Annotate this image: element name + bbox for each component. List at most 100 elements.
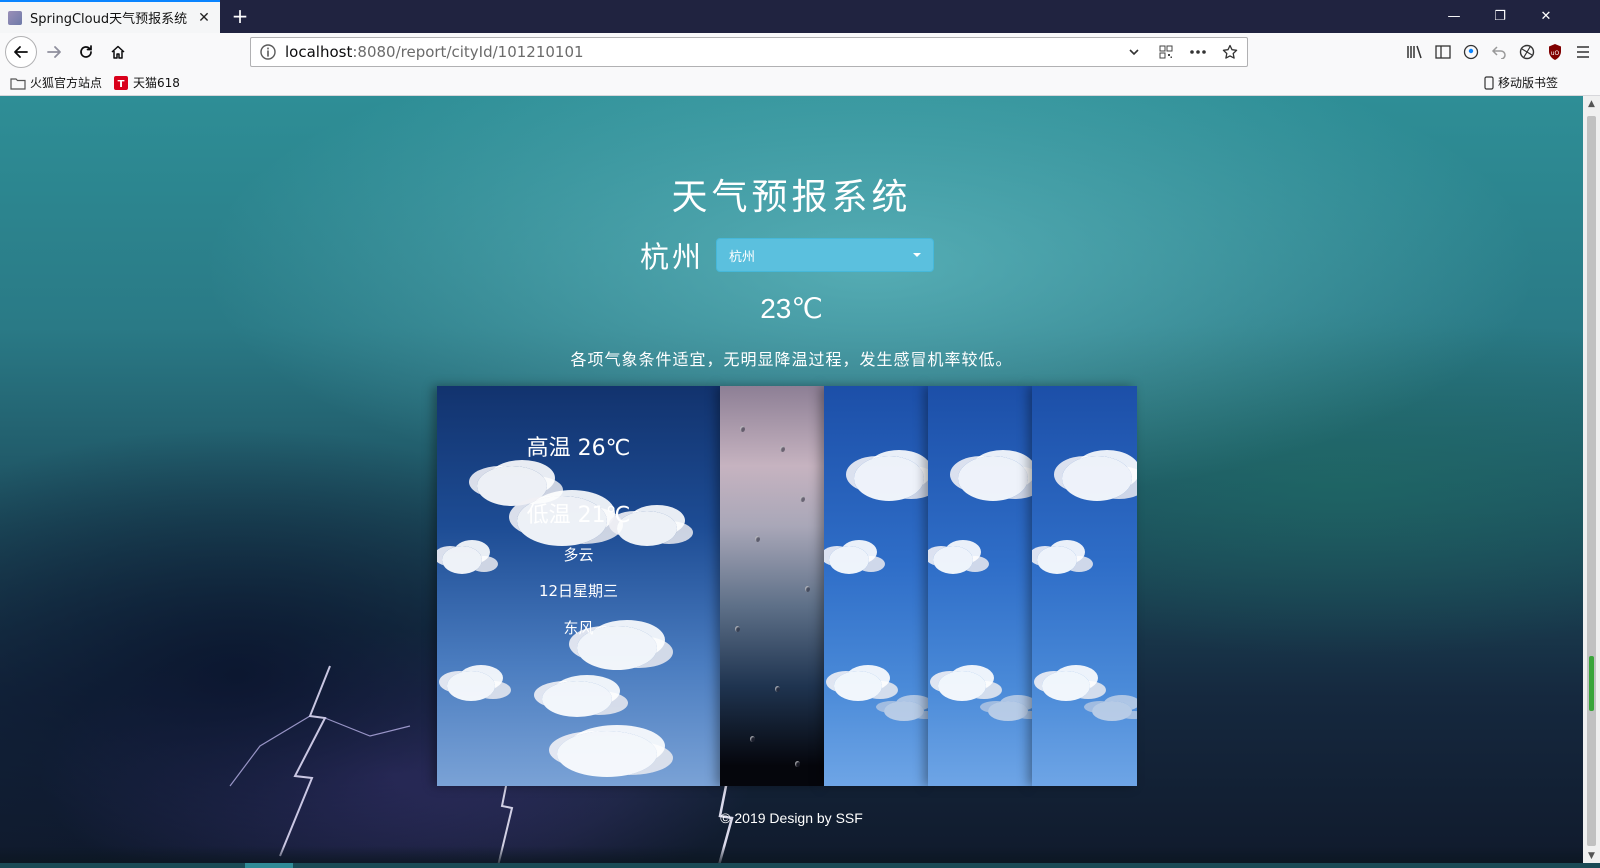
scroll-down-icon[interactable]: ▼ — [1583, 848, 1600, 864]
forecast-panel-sky-3[interactable] — [1032, 386, 1137, 786]
cloud-image — [834, 671, 882, 701]
page-favicon-icon — [8, 10, 22, 25]
cloud-image — [1062, 456, 1132, 501]
cloud-image — [1092, 701, 1132, 721]
tab-title: SpringCloud天气预报系统 — [30, 12, 188, 27]
hamburger-menu-icon[interactable] — [1574, 43, 1592, 61]
undo-arrow-icon[interactable] — [1490, 43, 1508, 61]
raindrop-image — [755, 536, 760, 542]
raindrop-image — [740, 426, 745, 432]
chevron-down-icon[interactable] — [1125, 43, 1143, 61]
scroll-marker — [1589, 656, 1594, 711]
cloud-image — [933, 546, 973, 574]
forecast-wind: 东风 — [563, 619, 594, 637]
svg-text:T: T — [118, 79, 125, 90]
extension-globe-icon[interactable] — [1518, 43, 1536, 61]
cloud-image — [854, 456, 924, 501]
minimize-button[interactable]: — — [1431, 0, 1477, 33]
ublock-shield-icon[interactable]: uO — [1546, 43, 1564, 61]
cloud-image — [988, 701, 1028, 721]
svg-text:uO: uO — [1551, 50, 1560, 57]
city-row: 杭州 杭州 — [640, 234, 935, 276]
reload-icon — [80, 45, 92, 58]
mobile-bookmarks-label: 移动版书签 — [1498, 76, 1559, 90]
weather-advice: 各项气象条件适宜，无明显降温过程，发生感冒机率较低。 — [570, 350, 1013, 369]
url-host: localhost — [285, 43, 353, 61]
tab-close-icon[interactable]: ✕ — [196, 10, 212, 26]
raindrop-image — [780, 446, 785, 452]
tab-bar: SpringCloud天气预报系统 ✕ + — ❐ ✕ — [0, 0, 1600, 33]
toolbar-icons: uO — [1406, 38, 1600, 66]
city-select-dropdown[interactable]: 杭州 — [716, 238, 935, 272]
library-icon[interactable] — [1406, 43, 1424, 61]
raindrop-image — [735, 626, 740, 632]
page-scrollbar[interactable]: ▲ ▼ — [1583, 96, 1600, 868]
folder-icon — [10, 77, 26, 90]
site-info-icon[interactable] — [259, 43, 277, 61]
raindrop-image — [750, 736, 755, 742]
footer-text: © 2019 Design by SSF — [720, 810, 863, 826]
page-viewport: 天气预报系统 杭州 杭州 23℃ 各项气象条件适宜，无明显降温过程，发生感冒机率… — [0, 96, 1583, 868]
bookmarks-toolbar: 火狐官方站点 T 天猫618 移动版书签 — [0, 71, 1600, 96]
new-tab-button[interactable]: + — [228, 4, 252, 28]
lightning-icon — [229, 665, 411, 857]
forecast-low-temp: 低温 21℃ — [526, 503, 631, 528]
tmall-icon: T — [114, 75, 128, 90]
url-text[interactable]: localhost:8080/report/cityId/101210101 — [285, 43, 1125, 61]
qr-code-icon[interactable] — [1157, 43, 1175, 61]
tab-active[interactable]: SpringCloud天气预报系统 ✕ — [0, 0, 220, 33]
forecast-date: 12日星期三 — [538, 582, 619, 600]
taskbar-edge — [0, 863, 1600, 868]
raindrop-image — [795, 761, 800, 767]
home-button[interactable] — [104, 38, 132, 66]
home-icon — [111, 45, 125, 59]
navigation-toolbar: localhost:8080/report/cityId/101210101 u… — [0, 33, 1600, 71]
cloud-image — [938, 671, 986, 701]
city-name: 杭州 — [640, 240, 705, 274]
back-button[interactable] — [5, 36, 37, 68]
forecast-carousel[interactable]: 高温 26℃ 低温 21℃ 多云 12日星期三 东风 — [437, 386, 1137, 786]
city-select-value: 杭州 — [729, 249, 756, 265]
forward-button[interactable] — [40, 38, 68, 66]
scroll-up-icon[interactable]: ▲ — [1583, 96, 1600, 112]
cloud-image — [884, 701, 924, 721]
cloud-image — [542, 681, 612, 717]
more-actions-icon[interactable] — [1189, 43, 1207, 61]
bookmark-label: 火狐官方站点 — [30, 76, 103, 90]
mobile-bookmarks[interactable]: 移动版书签 — [1484, 74, 1558, 91]
close-window-button[interactable]: ✕ — [1523, 0, 1569, 33]
forecast-condition: 多云 — [563, 546, 594, 564]
url-bar[interactable]: localhost:8080/report/cityId/101210101 — [250, 37, 1248, 67]
current-temperature: 23℃ — [760, 293, 823, 324]
cloud-image — [447, 671, 495, 701]
cloud-image — [829, 546, 869, 574]
bookmark-star-icon[interactable] — [1221, 43, 1239, 61]
bookmark-label: 天猫618 — [133, 76, 180, 90]
back-arrow-icon — [14, 46, 28, 58]
sidebar-icon[interactable] — [1434, 43, 1452, 61]
reload-button[interactable] — [72, 38, 100, 66]
bookmark-tmall[interactable]: T 天猫618 — [113, 74, 180, 91]
forecast-panel-rain[interactable] — [720, 386, 824, 786]
restore-button[interactable]: ❐ — [1477, 0, 1523, 33]
raindrop-image — [775, 686, 780, 692]
caret-down-icon — [913, 253, 922, 257]
raindrop-image — [805, 586, 810, 592]
forecast-panel-active[interactable]: 高温 26℃ 低温 21℃ 多云 12日星期三 东风 — [437, 386, 720, 786]
taskbar-item — [245, 863, 293, 868]
mobile-phone-icon — [1484, 75, 1494, 90]
page-title: 天气预报系统 — [671, 177, 912, 218]
cloud-image — [958, 456, 1028, 501]
url-path: :8080/report/cityId/101210101 — [352, 43, 584, 61]
cloud-image — [557, 731, 657, 777]
cloud-image — [1042, 671, 1090, 701]
scroll-thumb[interactable] — [1587, 116, 1596, 846]
raindrop-image — [800, 496, 805, 502]
account-icon[interactable] — [1462, 43, 1480, 61]
forecast-panel-sky-2[interactable] — [928, 386, 1032, 786]
forecast-panel-sky-1[interactable] — [824, 386, 928, 786]
cloud-image — [1037, 546, 1077, 574]
bookmark-firefox-site[interactable]: 火狐官方站点 — [10, 74, 102, 91]
forecast-high-temp: 高温 26℃ — [526, 436, 631, 461]
forward-arrow-icon — [47, 46, 61, 58]
